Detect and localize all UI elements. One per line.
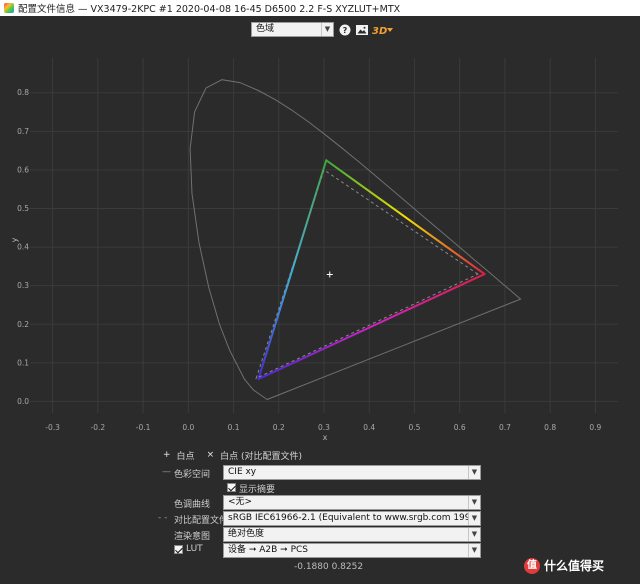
chevron-down-icon: ▼ (468, 496, 480, 509)
y-tick-label: 0.2 (17, 320, 29, 329)
image-icon[interactable] (356, 24, 368, 36)
x-tick-label: -0.3 (45, 423, 60, 432)
3d-view-icon[interactable]: 3D (372, 23, 394, 37)
x-tick-label: 0.2 (273, 423, 285, 432)
window-title: 配置文件信息 — VX3479-2KPC #1 2020-04-08 16-45… (18, 4, 401, 15)
colorspace-value: CIE xy (228, 467, 257, 477)
y-tick-label: 0.8 (17, 88, 29, 97)
y-tick-label: 0.6 (17, 165, 29, 174)
x-axis-label: x (323, 433, 328, 442)
watermark-badge: 值 (524, 557, 540, 574)
svg-text:?: ? (343, 26, 348, 35)
compare-profile-label: 对比配置文件 (174, 516, 229, 526)
rendering-intent-label: 渲染意图 (174, 532, 211, 542)
app-icon (4, 3, 14, 13)
svg-text:3D: 3D (372, 26, 387, 37)
tone-curve-value: <无> (228, 497, 253, 507)
x-tick-label: 0.3 (318, 423, 330, 432)
show-summary-label: 显示摘要 (239, 485, 276, 495)
x-tick-label: 0.9 (589, 423, 601, 432)
cross-marker: × (206, 450, 215, 460)
watermark: 值 什么值得买 (524, 557, 604, 574)
chevron-down-icon: ▼ (321, 23, 333, 36)
y-tick-label: 0.1 (17, 358, 29, 367)
compare-profile-value: sRGB IEC61966-2.1 (Equivalent to www.srg… (228, 513, 480, 523)
tone-curve-label: 色调曲线 (174, 500, 211, 510)
y-tick-label: 0.0 (17, 397, 29, 406)
gamut-plot: -0.3 -0.2 -0.1 0.0 0.1 0.2 0.3 0.4 0.5 0.6 0.7 0.8 0… (10, 58, 618, 442)
cursor-coordinates: -0.1880 0.8252 (294, 562, 364, 572)
y-axis-label: y (10, 237, 19, 242)
tone-curve-select[interactable]: <无> ▼ (223, 495, 481, 510)
x-tick-label: 0.6 (454, 423, 466, 432)
chevron-down-icon: ▼ (468, 528, 480, 541)
x-tick-label: -0.2 (91, 423, 106, 432)
solid-line-marker: — (162, 467, 171, 477)
lut-label: LUT (186, 544, 203, 554)
toolbar: 色域 ▼ ? 3D (0, 16, 640, 44)
x-tick-label: 0.7 (499, 423, 511, 432)
x-tick-label: 0.5 (408, 423, 420, 432)
y-tick-label: 0.5 (17, 204, 29, 213)
plus-marker: + (163, 450, 171, 460)
x-tick-label: -0.1 (136, 423, 151, 432)
x-tick-label: 0.0 (182, 423, 194, 432)
lut-value: 设备 ➞ A2B ➞ PCS (228, 545, 309, 555)
x-tick-label: 0.1 (228, 423, 240, 432)
x-tick-label: 0.4 (363, 423, 375, 432)
dashed-line-marker: - - (158, 513, 168, 523)
legend-reference-white-point: 白点 (对比配置文件) (220, 451, 302, 462)
view-select[interactable]: 色域 ▼ (251, 22, 334, 37)
rendering-intent-select[interactable]: 绝对色度 ▼ (223, 527, 481, 542)
chevron-down-icon: ▼ (468, 466, 480, 479)
rendering-intent-value: 绝对色度 (228, 529, 265, 539)
x-tick-label: 0.8 (544, 423, 556, 432)
title-bar: 配置文件信息 — VX3479-2KPC #1 2020-04-08 16-45… (0, 0, 640, 16)
colorspace-select[interactable]: CIE xy ▼ (223, 465, 481, 480)
view-select-value: 色域 (256, 24, 275, 34)
legend-white-point: 白点 (176, 451, 195, 462)
y-tick-label: 0.7 (17, 127, 29, 136)
lut-checkbox[interactable] (174, 545, 183, 554)
help-icon[interactable]: ? (339, 24, 351, 36)
chevron-down-icon: ▼ (468, 512, 480, 525)
y-tick-label: 0.4 (17, 243, 29, 252)
watermark-text: 什么值得买 (544, 559, 605, 573)
show-summary-checkbox[interactable] (227, 483, 236, 492)
compare-profile-select[interactable]: sRGB IEC61966-2.1 (Equivalent to www.srg… (223, 511, 481, 526)
y-tick-label: 0.3 (17, 281, 29, 290)
lut-select[interactable]: 设备 ➞ A2B ➞ PCS ▼ (223, 543, 481, 558)
legend: + 白点 × 白点 (对比配置文件) (163, 449, 302, 462)
colorspace-label: 色彩空间 (174, 470, 211, 480)
chevron-down-icon: ▼ (468, 544, 480, 557)
